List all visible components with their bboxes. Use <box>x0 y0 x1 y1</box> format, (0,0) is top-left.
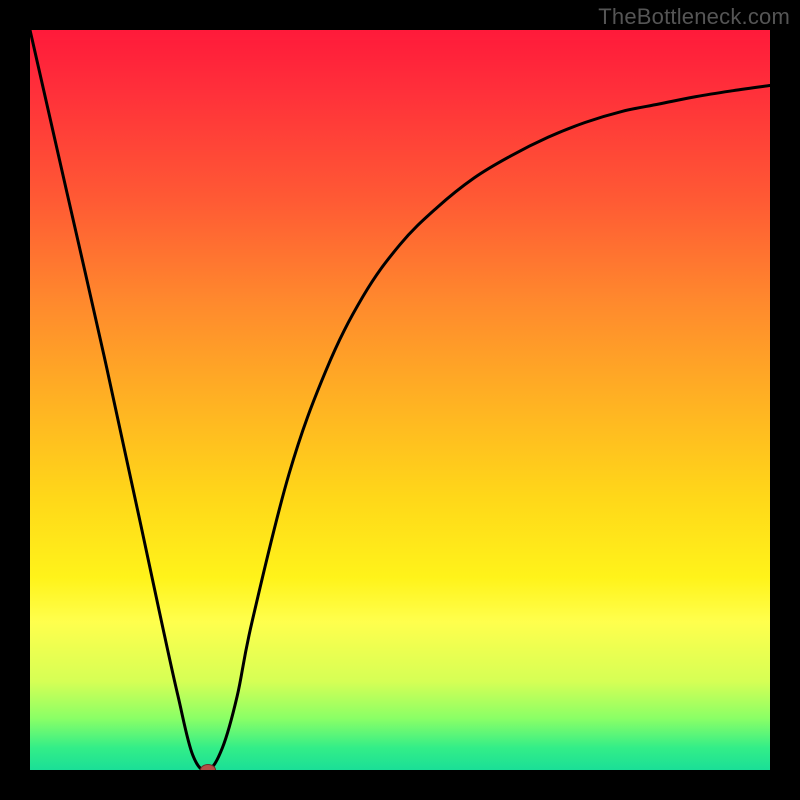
chart-frame: TheBottleneck.com <box>0 0 800 800</box>
curve-svg <box>30 30 770 770</box>
bottleneck-curve <box>30 30 770 770</box>
watermark-text: TheBottleneck.com <box>598 4 790 30</box>
minimum-marker <box>200 764 216 770</box>
plot-area <box>30 30 770 770</box>
